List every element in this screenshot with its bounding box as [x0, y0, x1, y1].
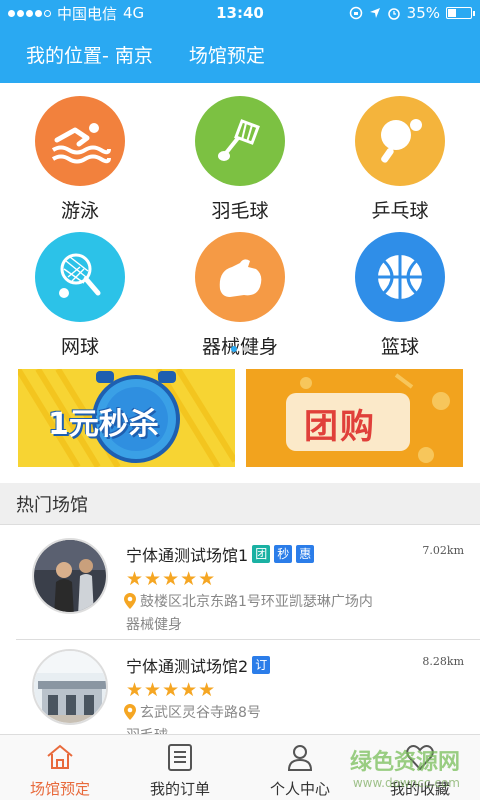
divider: [16, 639, 480, 640]
category-badminton[interactable]: 羽毛球: [160, 96, 320, 223]
category-table-tennis[interactable]: 乒乓球: [320, 96, 480, 223]
flash-sale-tag: 秒: [274, 545, 293, 563]
swimming-icon: [35, 96, 125, 186]
watermark-title: 绿色资源网: [349, 750, 460, 775]
booking-tag: 订: [252, 656, 271, 674]
tab-profile[interactable]: 个人中心: [240, 735, 360, 800]
battery-percent: 35%: [406, 4, 440, 22]
page-dot[interactable]: [243, 346, 249, 352]
order-icon: [168, 744, 192, 771]
category-fitness[interactable]: 器械健身: [160, 232, 320, 359]
tennis-icon: [35, 232, 125, 322]
watermark: 绿色资源网 www.downcc.com: [350, 744, 460, 790]
group-buy-banner[interactable]: 团购: [246, 369, 463, 467]
venue-name-row: 宁体通测试场馆1 团 秒 惠: [126, 542, 315, 566]
alarm-icon: [387, 8, 400, 20]
page-title: 场馆预定: [188, 45, 265, 67]
group-buy-text: 团购: [304, 407, 376, 447]
hot-venues-header: 热门场馆: [0, 483, 480, 525]
category-label: 乒乓球: [371, 200, 429, 222]
location-selector[interactable]: 我的位置- 南京: [26, 41, 153, 68]
venue-name: 宁体通测试场馆2: [126, 657, 249, 676]
venue-name: 宁体通测试场馆1: [126, 546, 249, 565]
tab-label: 我的订单: [149, 780, 210, 798]
app-header: 我的位置- 南京 场馆预定: [0, 26, 480, 83]
venue-distance: 7.02km: [422, 544, 464, 557]
location-arrow-icon: [369, 8, 380, 18]
venue-photo: [32, 538, 108, 614]
battery-icon: [446, 7, 475, 19]
venue-address-row: 玄武区灵谷寺路8号: [124, 702, 261, 722]
venue-item[interactable]: 宁体通测试场馆1 团 秒 惠 7.02km ★★★★★ 鼓楼区北京东路1号环亚凯…: [0, 530, 480, 640]
table-tennis-icon: [355, 96, 445, 186]
home-icon: [47, 744, 73, 769]
status-bar: 中国电信 4G 13:40 35%: [0, 0, 480, 26]
user-icon: [287, 745, 313, 771]
tab-venue-booking[interactable]: 场馆预定: [0, 735, 120, 800]
network-type: 4G: [123, 4, 145, 22]
carrier: 中国电信: [57, 4, 118, 23]
tab-label: 场馆预定: [29, 780, 90, 798]
category-tennis[interactable]: 网球: [0, 232, 160, 359]
venue-address-row: 鼓楼区北京东路1号环亚凯瑟琳广场内: [124, 591, 373, 611]
category-label: 羽毛球: [211, 200, 269, 222]
basketball-icon: [355, 232, 445, 322]
flash-sale-text: 1元秒杀: [48, 407, 159, 442]
category-basketball[interactable]: 篮球: [320, 232, 480, 359]
watermark-url: www.downcc.com: [352, 776, 460, 790]
page-dot[interactable]: [231, 346, 237, 352]
page-indicator: [0, 346, 480, 352]
location-pin-icon: [124, 593, 136, 609]
location-pin-icon: [124, 704, 136, 720]
venue-photo: [32, 649, 108, 725]
venue-address: 鼓楼区北京东路1号环亚凯瑟琳广场内: [140, 594, 373, 610]
rating-stars: ★★★★★: [126, 568, 217, 590]
venue-distance: 8.28km: [422, 655, 464, 668]
signal-icon: [8, 9, 51, 17]
fitness-icon: [195, 232, 285, 322]
flash-sale-banner[interactable]: 1元秒杀: [18, 369, 235, 467]
tab-my-orders[interactable]: 我的订单: [120, 735, 240, 800]
venue-name-row: 宁体通测试场馆2 订: [126, 653, 271, 677]
category-swimming[interactable]: 游泳: [0, 96, 160, 223]
tab-label: 个人中心: [269, 780, 330, 798]
category-label: 游泳: [60, 200, 99, 222]
venue-address: 玄武区灵谷寺路8号: [140, 705, 261, 721]
badminton-icon: [195, 96, 285, 186]
rating-stars: ★★★★★: [126, 679, 217, 701]
rotation-lock-icon: [349, 6, 362, 20]
venue-type: 器械健身: [126, 617, 182, 633]
group-buy-tag: 团: [252, 545, 271, 563]
discount-tag: 惠: [296, 545, 315, 563]
